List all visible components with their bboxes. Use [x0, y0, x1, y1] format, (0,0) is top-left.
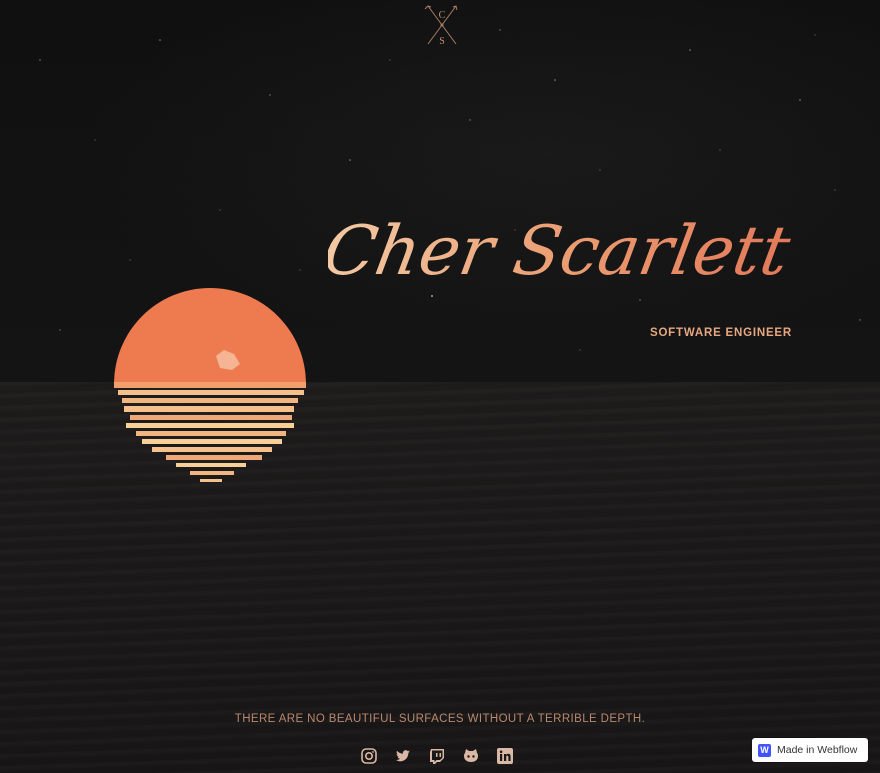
linkedin-icon[interactable] — [496, 747, 514, 765]
logo-letter-c: C — [439, 10, 446, 21]
badge-label: Made in Webflow — [777, 744, 858, 756]
sunset-sun — [114, 288, 306, 482]
hero-name: Cher Scarlett — [317, 196, 808, 306]
made-in-webflow-badge[interactable]: W Made in Webflow — [752, 738, 868, 762]
job-title: SOFTWARE ENGINEER — [649, 327, 792, 339]
crossed-arrows-monogram-icon[interactable]: C S — [420, 2, 464, 46]
logo-letter-s: S — [439, 36, 445, 46]
sun-reflection — [114, 382, 306, 482]
webflow-logo-icon: W — [758, 743, 771, 757]
social-links — [360, 746, 514, 766]
twitter-icon[interactable] — [394, 747, 412, 765]
instagram-icon[interactable] — [360, 747, 378, 765]
footer-quote: THERE ARE NO BEAUTIFUL SURFACES WITHOUT … — [234, 713, 646, 725]
twitch-icon[interactable] — [428, 747, 446, 765]
page: C S Cher Scarlett SOFTWARE ENGINEER THER… — [0, 0, 880, 773]
github-icon[interactable] — [462, 747, 480, 765]
hero-name-text: Cher Scarlett — [328, 211, 796, 290]
